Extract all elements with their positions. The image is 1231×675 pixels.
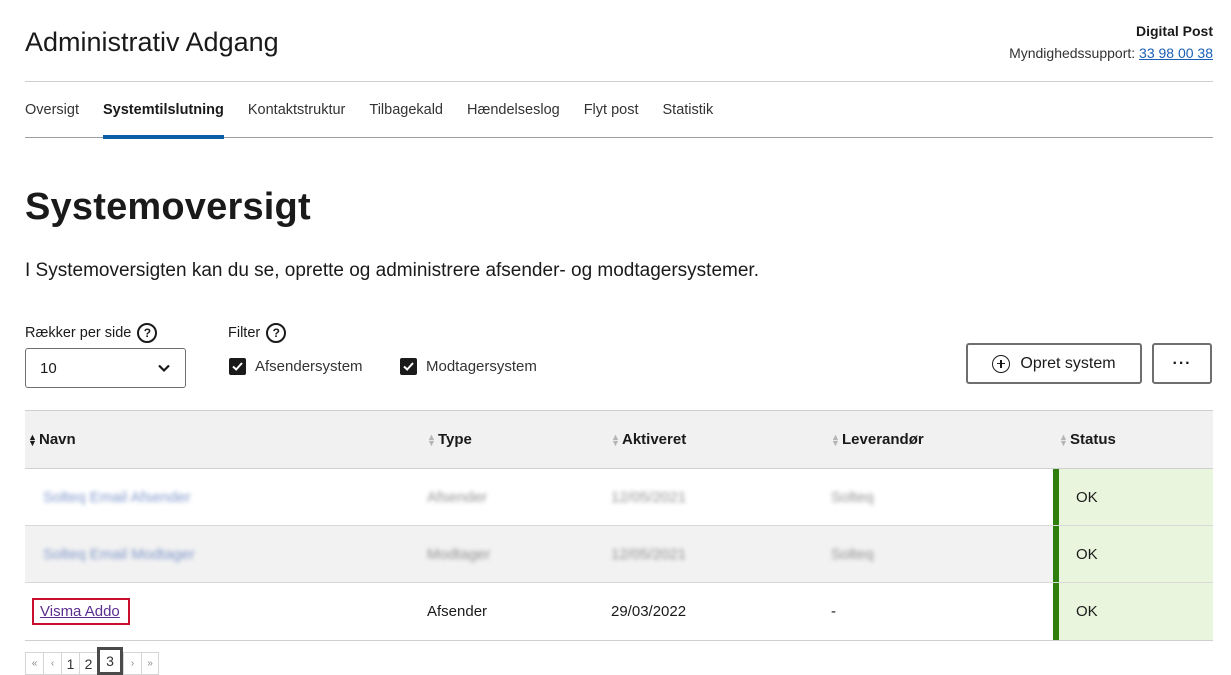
help-icon[interactable]: ?	[266, 323, 287, 343]
rows-per-page-label: Rækker per side ?	[25, 323, 158, 343]
system-activated: 12/05/2021	[611, 488, 687, 506]
system-type: Modtager	[427, 545, 491, 563]
brand-name: Digital Post	[1135, 23, 1213, 39]
status-cell: OK	[1053, 526, 1213, 582]
status-cell: OK	[1053, 469, 1213, 525]
filter-label-afsendersystem: Afsendersystem	[255, 358, 363, 375]
last-page-button[interactable]: »	[141, 652, 159, 675]
table-row[interactable]: Solteq Email Afsender Afsender 12/05/202…	[25, 469, 1213, 526]
page-title: Systemoversigt	[25, 186, 311, 228]
column-header-leverandor[interactable]: ▲ ▼ Leverandør	[831, 431, 924, 448]
tab-systemtilslutning[interactable]: Systemtilslutning	[103, 92, 224, 139]
filter-text: Filter	[228, 325, 261, 341]
support-phone-link[interactable]: 33 98 00 38	[1139, 45, 1213, 61]
system-activated: 29/03/2022	[611, 603, 687, 620]
column-label: Status	[1070, 431, 1116, 448]
system-name-link[interactable]: Visma Addo	[32, 598, 130, 625]
column-header-navn[interactable]: ▲ ▼ Navn	[28, 431, 76, 448]
more-options-button[interactable]: ···	[1152, 343, 1212, 384]
app-title: Administrativ Adgang	[25, 27, 279, 57]
filter-label-modtagersystem: Modtagersystem	[426, 358, 537, 375]
filter-label: Filter ?	[228, 323, 287, 343]
page-intro: I Systemoversigten kan du se, oprette og…	[25, 260, 759, 281]
rows-per-page-text: Rækker per side	[25, 325, 132, 341]
status-cell: OK	[1053, 583, 1213, 640]
system-vendor: Solteq	[831, 488, 874, 506]
next-page-button[interactable]: ›	[123, 652, 141, 675]
column-label: Type	[438, 431, 472, 448]
sort-icon: ▲ ▼	[831, 431, 840, 448]
main-nav: Oversigt Systemtilslutning Kontaktstrukt…	[25, 92, 1213, 139]
tab-flyt-post[interactable]: Flyt post	[584, 92, 639, 138]
checkbox-checked-icon	[229, 358, 246, 375]
plus-circle-icon	[992, 354, 1011, 373]
create-system-label: Opret system	[1020, 354, 1116, 372]
status-badge: OK	[1076, 545, 1098, 563]
system-vendor: -	[831, 603, 836, 620]
system-activated: 12/05/2021	[611, 545, 687, 563]
system-type: Afsender	[427, 603, 488, 620]
page-button-1[interactable]: 1	[61, 652, 79, 675]
table-header: ▲ ▼ Navn ▲ ▼ Type ▲ ▼ Aktiveret ▲ ▼ Leverand…	[25, 411, 1213, 469]
help-icon[interactable]: ?	[137, 323, 158, 343]
tab-oversigt[interactable]: Oversigt	[25, 92, 79, 138]
filter-checkbox-modtagersystem[interactable]: Modtagersystem	[400, 358, 537, 375]
tab-kontaktstruktur[interactable]: Kontaktstruktur	[248, 92, 346, 138]
support-label: Myndighedssupport:	[1009, 45, 1136, 61]
checkbox-checked-icon	[400, 358, 417, 375]
column-label: Aktiveret	[622, 431, 687, 448]
prev-page-button[interactable]: ‹	[43, 652, 61, 675]
tab-statistik[interactable]: Statistik	[663, 92, 714, 138]
rows-per-page-value: 10	[40, 359, 57, 377]
rows-per-page-select[interactable]: 10	[25, 348, 186, 388]
column-header-type[interactable]: ▲ ▼ Type	[427, 431, 472, 448]
status-badge: OK	[1076, 603, 1098, 620]
sort-icon: ▲ ▼	[427, 431, 436, 448]
tab-tilbagekald[interactable]: Tilbagekald	[369, 92, 443, 138]
sort-icon: ▲ ▼	[28, 431, 37, 448]
chevron-down-icon	[158, 364, 170, 373]
column-header-status[interactable]: ▲ ▼ Status	[1059, 431, 1116, 448]
systems-table: ▲ ▼ Navn ▲ ▼ Type ▲ ▼ Aktiveret ▲ ▼ Leverand…	[25, 410, 1213, 641]
sort-icon: ▲ ▼	[1059, 431, 1068, 448]
page-button-current[interactable]: 3	[97, 647, 123, 675]
column-label: Leverandør	[842, 431, 924, 448]
filter-checkbox-afsendersystem[interactable]: Afsendersystem	[229, 358, 363, 375]
create-system-button[interactable]: Opret system	[966, 343, 1142, 384]
app-header: Administrativ Adgang Digital Post Myndig…	[25, 20, 1213, 82]
column-label: Navn	[39, 431, 76, 448]
tab-haendelseslog[interactable]: Hændelseslog	[467, 92, 560, 138]
header-info: Digital Post Myndighedssupport: 33 98 00…	[1009, 20, 1213, 64]
table-row[interactable]: Solteq Email Modtager Modtager 12/05/202…	[25, 526, 1213, 583]
status-badge: OK	[1076, 488, 1098, 506]
system-vendor: Solteq	[831, 545, 874, 563]
system-name-link[interactable]: Solteq Email Afsender	[43, 489, 191, 506]
first-page-button[interactable]: «	[25, 652, 43, 675]
table-row[interactable]: Visma Addo Afsender 29/03/2022 - OK	[25, 583, 1213, 640]
system-name-link[interactable]: Solteq Email Modtager	[43, 546, 195, 563]
column-header-aktiveret[interactable]: ▲ ▼ Aktiveret	[611, 431, 686, 448]
system-type: Afsender	[427, 488, 488, 506]
pagination: « ‹ 1 2 3 › »	[25, 647, 159, 675]
sort-icon: ▲ ▼	[611, 431, 620, 448]
page-button-2[interactable]: 2	[79, 652, 97, 675]
